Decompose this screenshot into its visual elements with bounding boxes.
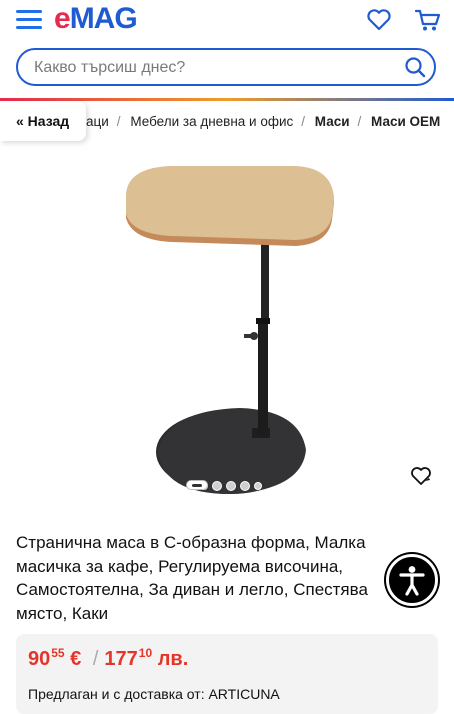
header: eMAG: [0, 0, 454, 101]
gallery-dot[interactable]: [226, 481, 236, 491]
search-bar: [16, 48, 436, 86]
breadcrumb-item[interactable]: Маси: [315, 114, 350, 129]
breadcrumb-item[interactable]: аци: [86, 114, 109, 129]
breadcrumb-separator: /: [301, 114, 306, 129]
price-euro-decimals: 55: [51, 646, 65, 660]
gallery-dot[interactable]: [240, 481, 250, 491]
breadcrumb-separator: /: [116, 114, 121, 129]
price-lev-integer: 177: [104, 648, 138, 670]
search-input[interactable]: [32, 50, 396, 86]
breadcrumb-separator: /: [357, 114, 362, 129]
back-button[interactable]: « Назад: [0, 101, 86, 141]
price-lev-decimals: 10: [138, 646, 153, 660]
breadcrumb-item[interactable]: Маси OEM: [371, 114, 440, 129]
product-price: 9055 € /17710 лв.: [28, 646, 189, 671]
price-lev-currency: лв.: [157, 648, 189, 670]
hamburger-menu-icon[interactable]: [16, 10, 42, 30]
gallery-dot[interactable]: [212, 481, 222, 491]
product-image: [126, 166, 334, 494]
add-to-favorites-icon[interactable]: [410, 465, 432, 487]
gallery-dot[interactable]: [254, 482, 262, 490]
cart-icon[interactable]: [414, 8, 442, 32]
accessibility-button[interactable]: [386, 554, 438, 606]
price-euro-integer: 90: [28, 648, 51, 670]
emag-logo[interactable]: eMAG: [54, 2, 138, 36]
price-separator: /: [92, 648, 99, 670]
accessibility-icon: [399, 566, 425, 596]
gallery-dot-active[interactable]: [186, 480, 208, 490]
product-gallery[interactable]: [0, 150, 454, 510]
price-card: 9055 € /17710 лв. Предлаган и с доставка…: [16, 634, 438, 714]
price-euro-currency: €: [70, 648, 82, 670]
heart-icon[interactable]: [366, 8, 392, 32]
breadcrumb-item[interactable]: Мебели за дневна и офис: [130, 114, 293, 129]
search-icon[interactable]: [404, 56, 426, 78]
product-title: Странична маса в С-образна форма, Малка …: [16, 533, 368, 623]
